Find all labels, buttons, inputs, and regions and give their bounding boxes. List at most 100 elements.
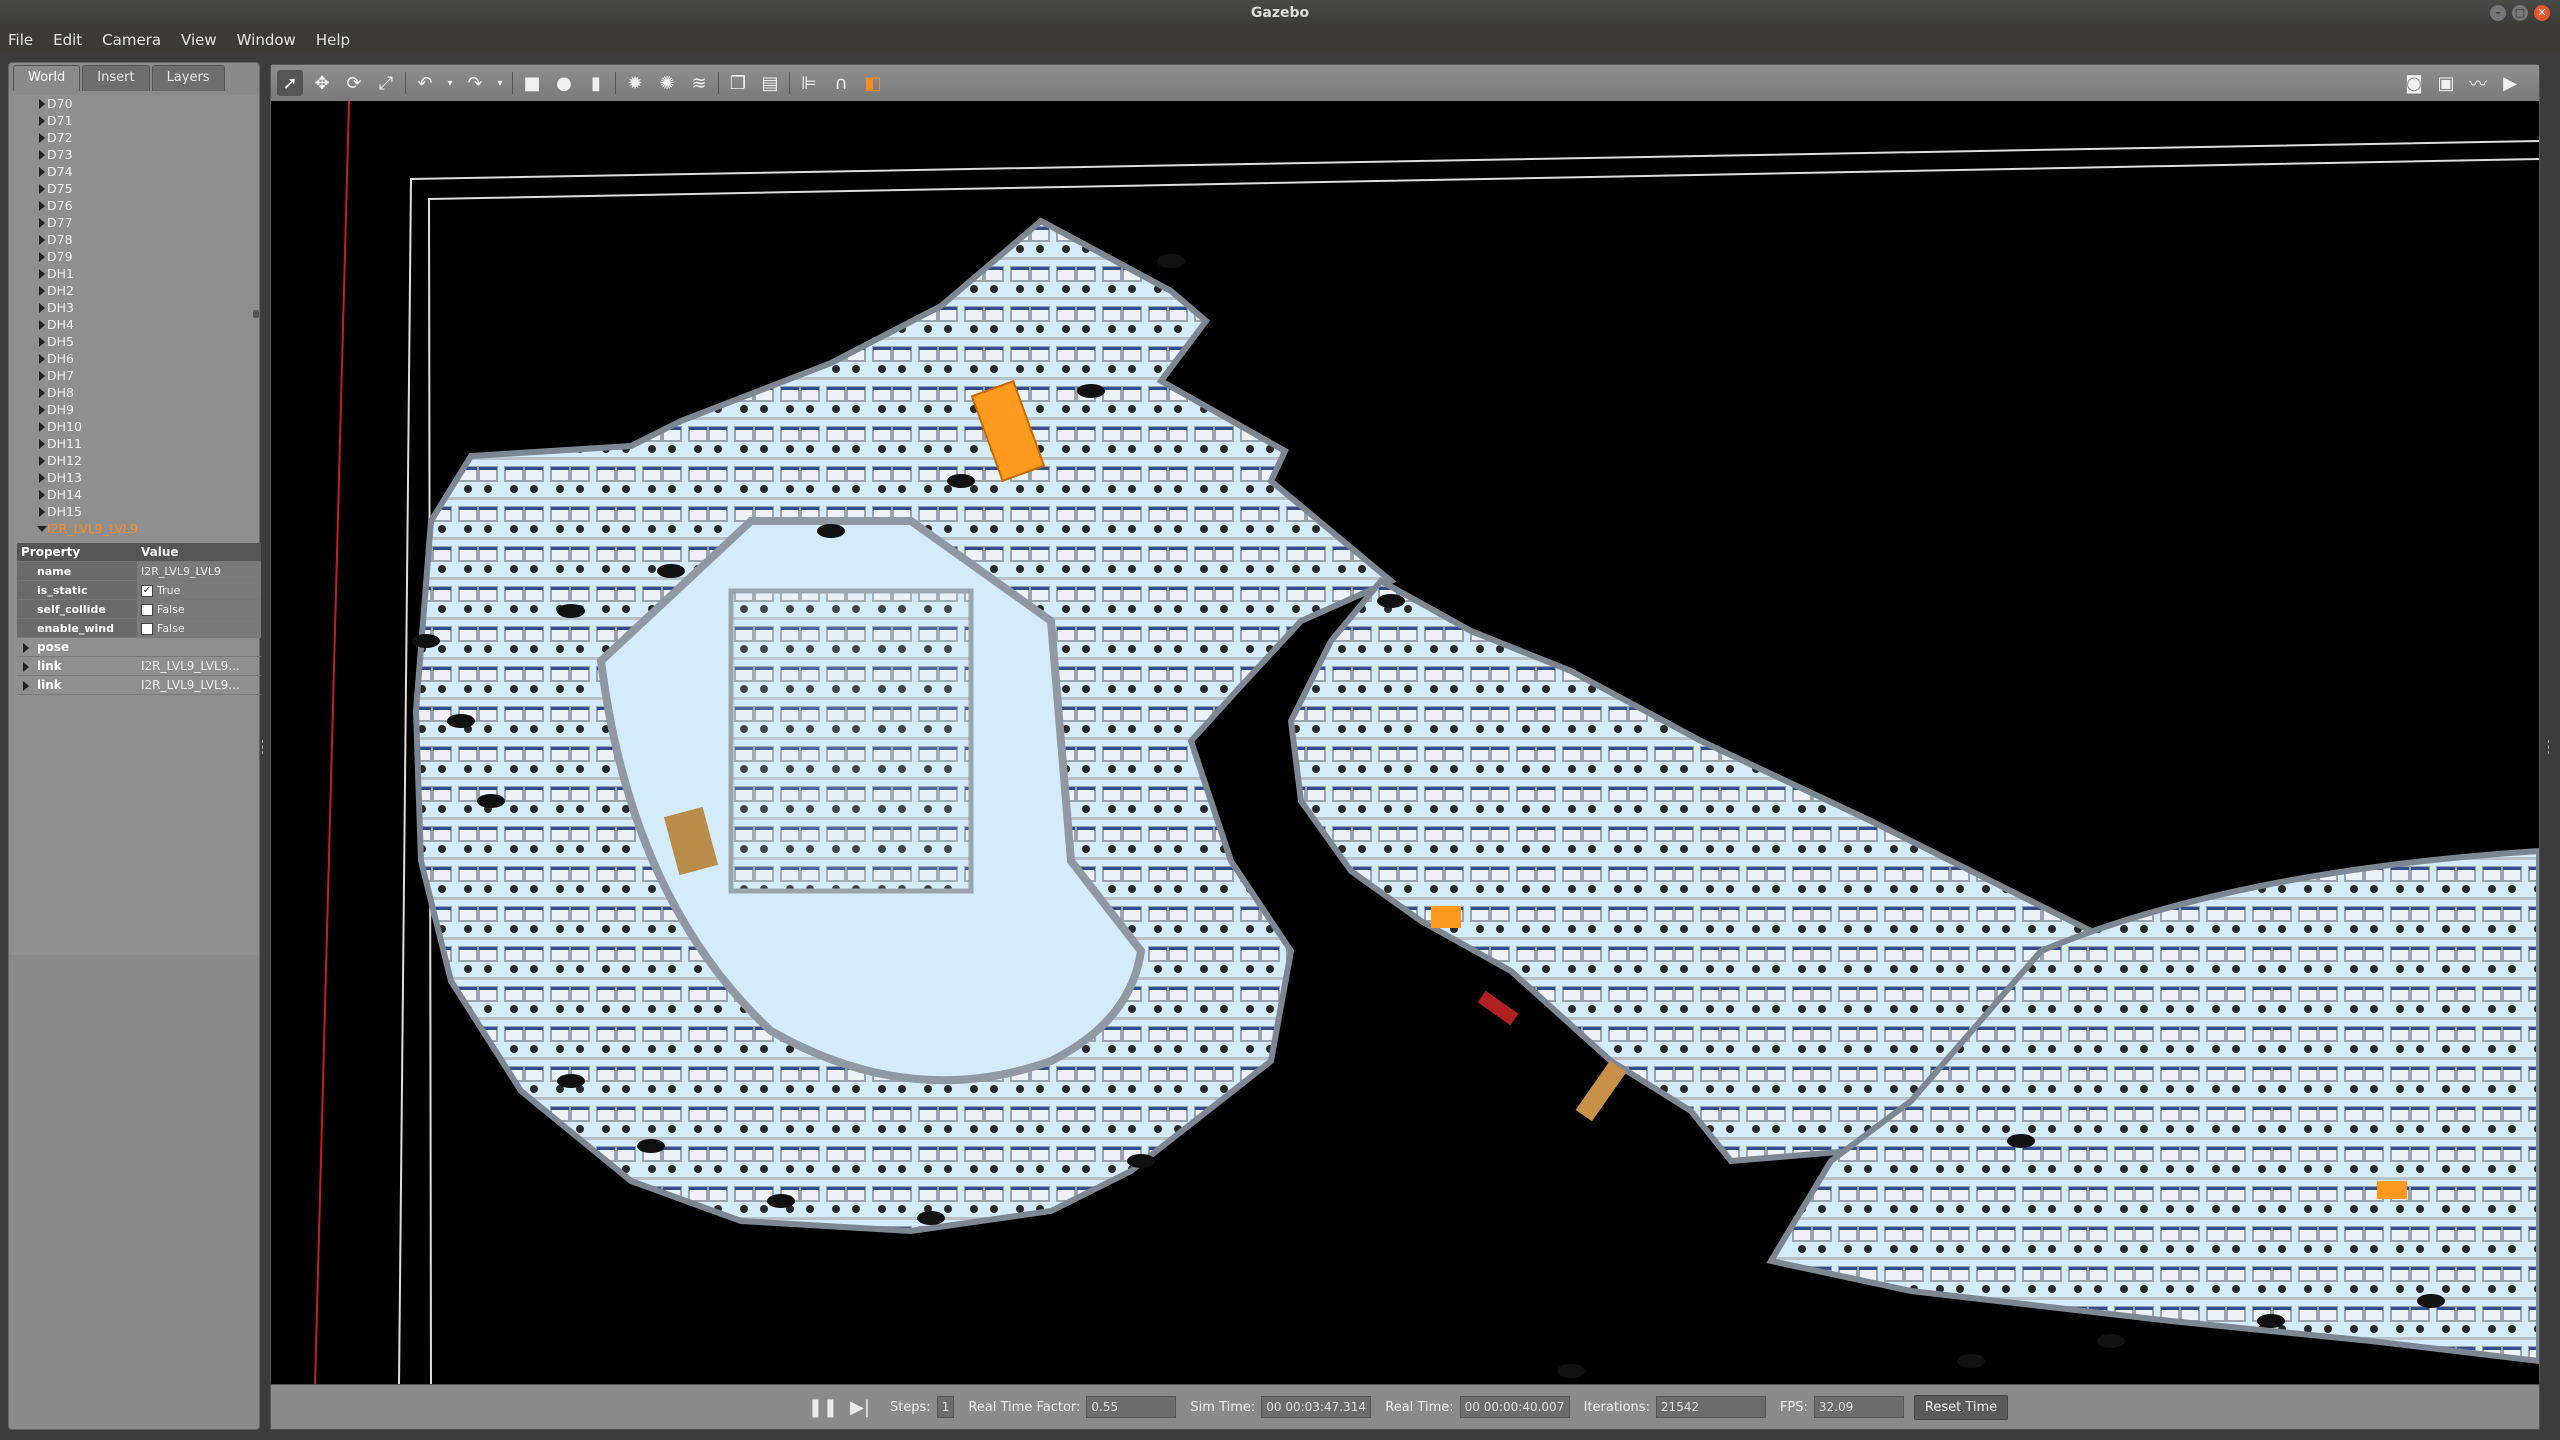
- tab-world[interactable]: World: [13, 65, 81, 91]
- pillar: [817, 524, 845, 538]
- tree-item[interactable]: DH4: [9, 316, 259, 333]
- redo-dropdown-icon[interactable]: ▾: [494, 70, 506, 96]
- window-controls: – ▢ ✕: [2490, 5, 2550, 21]
- sphere-icon[interactable]: ●: [551, 70, 577, 96]
- tree-item[interactable]: DH14: [9, 486, 259, 503]
- tree-item[interactable]: DH1: [9, 265, 259, 282]
- self-collide-checkbox[interactable]: [141, 604, 153, 616]
- pillar: [2257, 1314, 2285, 1328]
- reset-time-button[interactable]: Reset Time: [1913, 1394, 2009, 1420]
- x-axis-line: [314, 101, 350, 1385]
- undo-icon[interactable]: ↶: [412, 70, 438, 96]
- property-row-link[interactable]: link I2R_LVL9_LVL9...: [17, 676, 261, 695]
- spot-light-icon[interactable]: ✺: [654, 70, 680, 96]
- property-value: False: [157, 622, 185, 635]
- tree-item[interactable]: D79: [9, 248, 259, 265]
- pillar: [2417, 1294, 2445, 1308]
- pillar: [2007, 1134, 2035, 1148]
- screenshot-icon[interactable]: ◙: [2401, 70, 2427, 96]
- property-row-link[interactable]: link I2R_LVL9_LVL9...: [17, 657, 261, 676]
- tab-layers[interactable]: Layers: [151, 65, 225, 91]
- paste-icon[interactable]: ▤: [757, 70, 783, 96]
- tree-item[interactable]: D71: [9, 112, 259, 129]
- copy-icon[interactable]: ❐: [725, 70, 751, 96]
- tree-scrollbar[interactable]: [253, 310, 259, 318]
- property-row-enable-wind: enable_wind False: [17, 619, 261, 638]
- pillar: [2097, 1334, 2125, 1348]
- property-key: self_collide: [17, 600, 137, 618]
- property-value: True: [157, 584, 181, 597]
- tree-item[interactable]: D75: [9, 180, 259, 197]
- cylinder-icon[interactable]: ▮: [583, 70, 609, 96]
- redo-icon[interactable]: ↷: [462, 70, 488, 96]
- tree-item[interactable]: DH2: [9, 282, 259, 299]
- tree-item[interactable]: DH5: [9, 333, 259, 350]
- property-key: link: [17, 657, 137, 675]
- menu-help[interactable]: Help: [316, 31, 350, 49]
- tree-item[interactable]: DH7: [9, 367, 259, 384]
- tree-item[interactable]: DH12: [9, 452, 259, 469]
- rotate-icon[interactable]: ⟳: [341, 70, 367, 96]
- select-arrow-icon[interactable]: ➚: [277, 70, 303, 96]
- log-icon[interactable]: ▣: [2433, 70, 2459, 96]
- tree-item[interactable]: D73: [9, 146, 259, 163]
- box-icon[interactable]: ■: [519, 70, 545, 96]
- point-light-icon[interactable]: ✹: [622, 70, 648, 96]
- is-static-checkbox[interactable]: ✓: [141, 585, 153, 597]
- tree-item[interactable]: DH8: [9, 384, 259, 401]
- tree-item[interactable]: DH3: [9, 299, 259, 316]
- tree-item[interactable]: D74: [9, 163, 259, 180]
- window-title: Gazebo: [1250, 5, 1310, 21]
- tree-item[interactable]: DH9: [9, 401, 259, 418]
- tree-item[interactable]: D72: [9, 129, 259, 146]
- 3d-scene[interactable]: [271, 101, 2539, 1385]
- tree-item[interactable]: D78: [9, 231, 259, 248]
- steps-spinbox[interactable]: 1: [936, 1396, 955, 1418]
- red-object: [1477, 990, 1519, 1026]
- tree-item[interactable]: DH10: [9, 418, 259, 435]
- tree-item-selected-model[interactable]: I2R_LVL9_LVL9: [9, 520, 259, 537]
- panel-splitter[interactable]: [262, 740, 265, 754]
- tree-item[interactable]: DH6: [9, 350, 259, 367]
- plot-icon[interactable]: 〰: [2465, 70, 2491, 96]
- tree-item[interactable]: D70: [9, 95, 259, 112]
- pillar: [917, 1211, 945, 1225]
- enable-wind-checkbox[interactable]: [141, 623, 153, 635]
- record-video-icon[interactable]: ▶: [2497, 70, 2523, 96]
- pillar: [1077, 384, 1105, 398]
- view-angle-icon[interactable]: ◧: [860, 70, 886, 96]
- directional-light-icon[interactable]: ≋: [686, 70, 712, 96]
- snap-icon[interactable]: ∩: [828, 70, 854, 96]
- menu-file[interactable]: File: [8, 31, 33, 49]
- step-icon[interactable]: ▶|: [850, 1397, 870, 1418]
- menu-edit[interactable]: Edit: [53, 31, 82, 49]
- tree-item[interactable]: DH11: [9, 435, 259, 452]
- tree-item[interactable]: DH15: [9, 503, 259, 520]
- property-header: Property Value: [17, 543, 261, 562]
- maximize-icon[interactable]: ▢: [2512, 5, 2528, 21]
- align-icon[interactable]: ⊫: [796, 70, 822, 96]
- minimize-icon[interactable]: –: [2490, 5, 2506, 21]
- close-icon[interactable]: ✕: [2534, 5, 2550, 21]
- pillar: [477, 794, 505, 808]
- property-key: is_static: [17, 581, 137, 599]
- scale-icon[interactable]: ⤢: [373, 70, 399, 96]
- rtf-field: 0.55: [1086, 1396, 1177, 1418]
- tree-item[interactable]: DH13: [9, 469, 259, 486]
- menu-camera[interactable]: Camera: [102, 31, 161, 49]
- wooden-bench: [1575, 1060, 1627, 1122]
- pillar: [1377, 594, 1405, 608]
- undo-dropdown-icon[interactable]: ▾: [444, 70, 456, 96]
- world-tree[interactable]: D70 D71 D72 D73 D74 D75 D76 D77 D78 D79 DH1 DH2 DH3 D…: [9, 95, 259, 955]
- tree-item[interactable]: D76: [9, 197, 259, 214]
- menu-view[interactable]: View: [181, 31, 217, 49]
- property-key: pose: [17, 638, 137, 656]
- pause-icon[interactable]: ❚❚: [808, 1397, 838, 1418]
- tree-item[interactable]: D77: [9, 214, 259, 231]
- menu-window[interactable]: Window: [237, 31, 296, 49]
- tab-insert[interactable]: Insert: [82, 65, 150, 91]
- property-row-pose[interactable]: pose: [17, 638, 261, 657]
- translate-icon[interactable]: ✥: [309, 70, 335, 96]
- property-value[interactable]: I2R_LVL9_LVL9: [137, 562, 261, 580]
- right-splitter[interactable]: [2548, 740, 2551, 754]
